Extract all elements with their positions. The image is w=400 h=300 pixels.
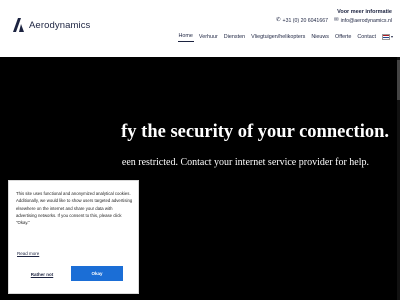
brand-name: Aerodynamics (29, 19, 91, 31)
site-header: Aerodynamics Voor meer informatie ✆ +31 … (0, 0, 400, 57)
nav-item-contact[interactable]: Contact (356, 34, 377, 42)
language-switcher[interactable]: ▾ (381, 33, 394, 42)
phone-number: +31 (0) 20 6041667 (282, 18, 328, 24)
email-link[interactable]: ✉ info@aerodynamics.nl (334, 18, 392, 24)
cookie-consent-text: This site uses functional and anonymized… (16, 191, 133, 226)
reject-cookies-button[interactable]: Rather not (22, 268, 62, 281)
error-headline: fy the security of your connection. (121, 122, 389, 142)
accept-cookies-button[interactable]: Okay (71, 266, 123, 281)
mail-icon: ✉ (333, 17, 339, 24)
info-title: Voor meer informatie (337, 9, 392, 15)
aerodynamics-logo-icon (13, 18, 24, 32)
phone-link[interactable]: ✆ +31 (0) 20 6041667 (276, 18, 328, 24)
nav-item-offerte[interactable]: Offerte (334, 34, 352, 42)
nav-item-home[interactable]: Home (177, 33, 194, 42)
main-nav: Home Verhuur Diensten Vliegtuigen/heliko… (177, 33, 394, 42)
brand-logo[interactable]: Aerodynamics (13, 18, 90, 32)
nav-item-diensten[interactable]: Diensten (223, 34, 246, 42)
contact-row: ✆ +31 (0) 20 6041667 ✉ info@aerodynamics… (276, 18, 392, 24)
phone-icon: ✆ (275, 17, 281, 24)
nl-flag-icon (381, 33, 390, 40)
error-subtext: een restricted. Contact your internet se… (121, 157, 369, 168)
email-address: info@aerodynamics.nl (340, 18, 392, 24)
read-more-link[interactable]: Read more (17, 251, 39, 256)
chevron-down-icon: ▾ (390, 34, 393, 39)
nav-item-verhuur[interactable]: Verhuur (198, 34, 219, 42)
nav-item-vliegtuigen[interactable]: Vliegtuigen/helikopters (250, 34, 306, 42)
cookie-consent-dialog: This site uses functional and anonymized… (8, 180, 139, 294)
nav-item-nieuws[interactable]: Nieuws (310, 34, 330, 42)
